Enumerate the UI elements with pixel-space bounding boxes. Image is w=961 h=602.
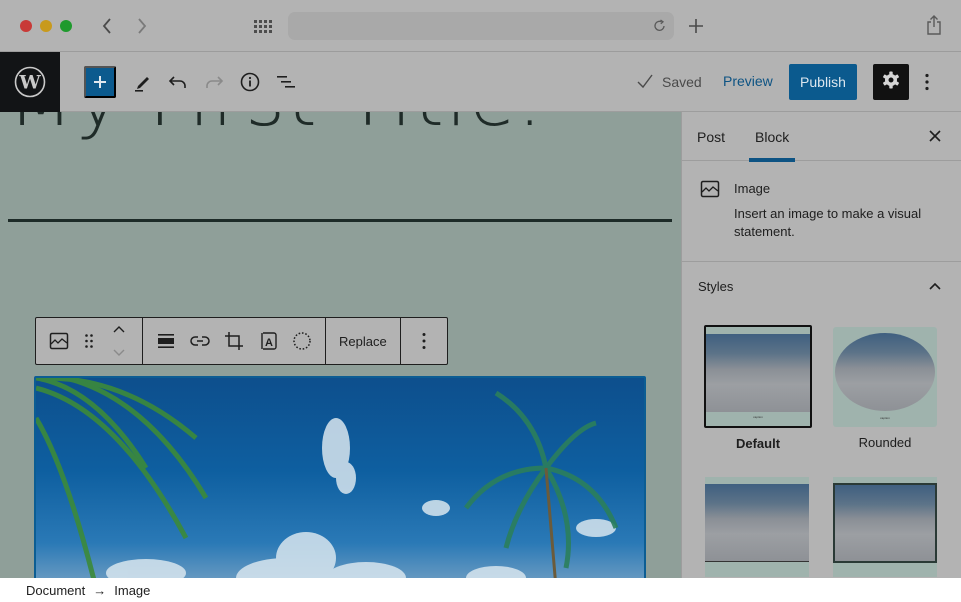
- replace-button[interactable]: Replace: [332, 318, 394, 364]
- svg-text:W: W: [18, 72, 41, 94]
- beach-palm-image: [36, 378, 619, 578]
- crop-icon[interactable]: [217, 318, 251, 364]
- move-up-icon[interactable]: [112, 320, 126, 338]
- style-preview-rounded: caption: [833, 327, 937, 427]
- tab-grid-icon[interactable]: [252, 16, 274, 36]
- chevron-up-icon[interactable]: [925, 276, 945, 296]
- style-option-3[interactable]: [705, 477, 813, 577]
- breadcrumb: Document → Image: [0, 578, 961, 602]
- settings-button[interactable]: [873, 64, 909, 100]
- drag-handle-icon[interactable]: [76, 318, 102, 364]
- browser-bar: [0, 0, 961, 52]
- image-block-icon[interactable]: [42, 318, 76, 364]
- settings-sidebar: Post Block Image Insert an image to make…: [681, 112, 961, 578]
- style-preview-default: caption: [704, 325, 812, 428]
- gear-icon: [881, 70, 901, 95]
- block-description: Insert an image to make a visual stateme…: [734, 206, 922, 239]
- wordpress-logo-icon[interactable]: W: [0, 52, 60, 112]
- duotone-icon[interactable]: [285, 318, 319, 364]
- align-icon[interactable]: [149, 318, 183, 364]
- redo-icon[interactable]: [198, 66, 230, 98]
- edit-tools-icon[interactable]: [126, 66, 158, 98]
- block-options-icon[interactable]: [407, 318, 441, 364]
- block-toolbar-group-tools: A: [143, 318, 326, 364]
- block-toolbar-group-replace: Replace: [326, 318, 401, 364]
- breadcrumb-document[interactable]: Document: [26, 583, 85, 598]
- svg-text:A: A: [265, 337, 273, 349]
- style-label-default: Default: [735, 436, 781, 451]
- post-title[interactable]: My First Title.: [8, 112, 544, 143]
- editor-canvas: My First Title.: [0, 112, 681, 578]
- block-toolbar-group-parent: [36, 318, 143, 364]
- style-preview-4: [833, 477, 937, 577]
- check-icon: [636, 73, 654, 92]
- tab-block[interactable]: Block: [748, 112, 796, 162]
- maximize-window-button[interactable]: [60, 20, 72, 32]
- styles-panel-header[interactable]: Styles: [682, 262, 961, 312]
- close-sidebar-icon[interactable]: [925, 126, 945, 146]
- minimize-window-button[interactable]: [40, 20, 52, 32]
- style-label-rounded: Rounded: [858, 435, 912, 450]
- breadcrumb-separator-icon: →: [93, 582, 107, 598]
- image-block[interactable]: [34, 376, 646, 578]
- link-icon[interactable]: [183, 318, 217, 364]
- reload-icon[interactable]: [652, 18, 668, 34]
- more-options-icon[interactable]: [917, 66, 937, 98]
- block-toolbar: A Replace: [35, 317, 448, 365]
- move-down-icon[interactable]: [112, 344, 126, 362]
- block-toolbar-group-more: [401, 318, 447, 364]
- list-view-icon[interactable]: [270, 66, 302, 98]
- styles-heading: Styles: [698, 279, 734, 294]
- editor-toolbar: W Saved Preview Publish: [0, 52, 961, 112]
- forward-arrow-icon[interactable]: [132, 14, 152, 38]
- saved-label: Saved: [662, 74, 702, 90]
- address-bar[interactable]: [288, 12, 674, 40]
- style-preview-3: [705, 477, 809, 577]
- sidebar-tabs: Post Block: [682, 112, 961, 162]
- info-icon[interactable]: [234, 66, 266, 98]
- block-card: Image Insert an image to make a visual s…: [682, 161, 961, 262]
- image-block-icon: [700, 179, 720, 204]
- new-tab-icon[interactable]: [686, 16, 706, 36]
- style-option-rounded[interactable]: caption Rounded: [833, 327, 941, 450]
- preview-button[interactable]: Preview: [723, 73, 773, 89]
- share-icon[interactable]: [924, 13, 944, 37]
- text-overlay-icon[interactable]: A: [251, 318, 285, 364]
- block-name: Image: [734, 181, 771, 196]
- style-option-4[interactable]: [833, 477, 941, 577]
- close-window-button[interactable]: [20, 20, 32, 32]
- back-arrow-icon[interactable]: [97, 14, 117, 38]
- breadcrumb-image[interactable]: Image: [114, 583, 150, 598]
- tab-post[interactable]: Post: [697, 112, 725, 161]
- move-block-controls: [102, 318, 136, 364]
- undo-icon[interactable]: [162, 66, 194, 98]
- saved-status: Saved: [636, 72, 702, 92]
- publish-button[interactable]: Publish: [789, 64, 857, 100]
- style-option-default[interactable]: caption Default: [704, 325, 812, 451]
- separator-block[interactable]: [8, 219, 672, 222]
- add-block-button[interactable]: [84, 66, 116, 98]
